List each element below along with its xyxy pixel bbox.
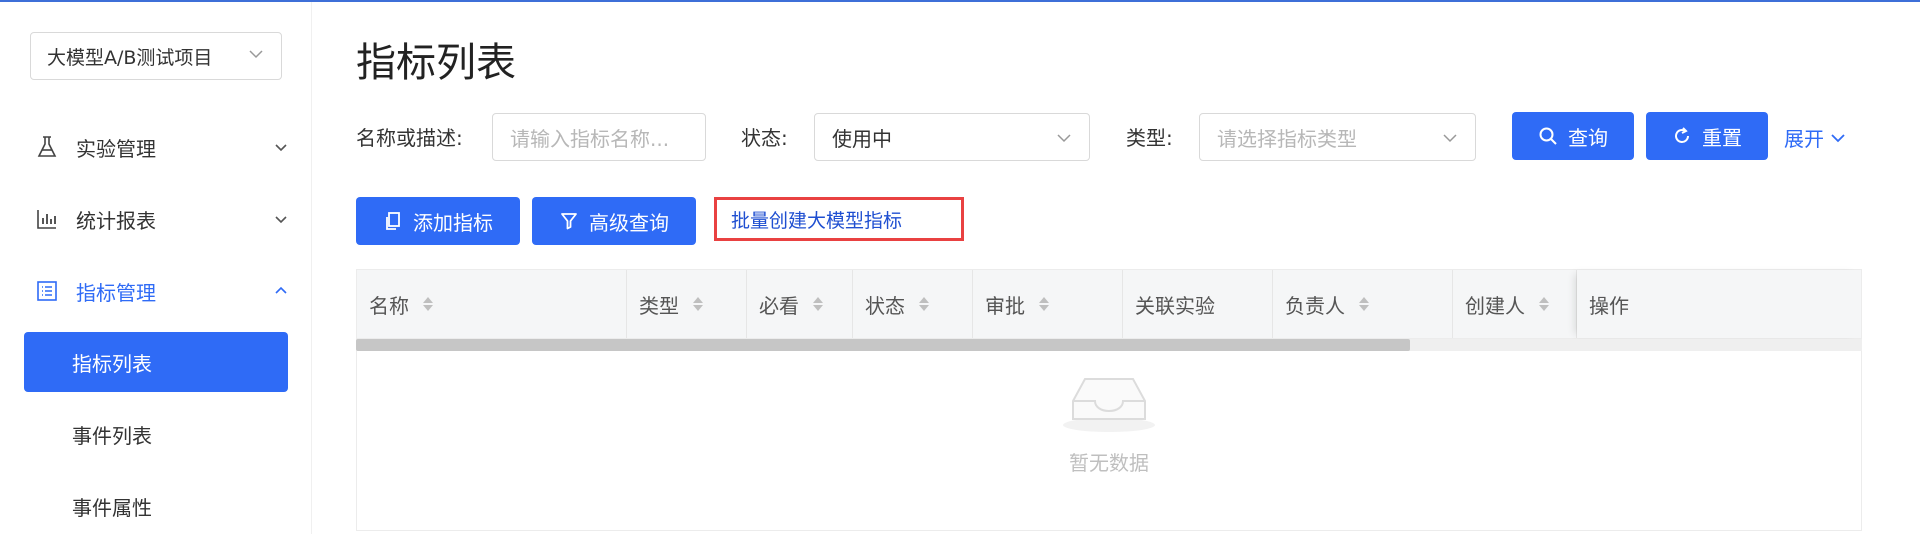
- status-filter-label: 状态:: [741, 126, 788, 150]
- column-header-name[interactable]: 名称: [357, 270, 627, 338]
- sort-icon[interactable]: [423, 297, 433, 311]
- status-select-value: 使用中: [832, 126, 892, 151]
- column-header-type[interactable]: 类型: [627, 270, 747, 338]
- empty-state-text: 暂无数据: [1069, 451, 1149, 475]
- query-button[interactable]: 查询: [1512, 112, 1634, 160]
- submenu-item-event-list[interactable]: 事件列表: [24, 404, 288, 464]
- column-header-status[interactable]: 状态: [853, 270, 973, 338]
- column-header-label: 操作: [1589, 293, 1629, 318]
- column-header-label: 名称: [369, 293, 409, 318]
- column-header-label: 创建人: [1465, 293, 1525, 318]
- list-icon: [34, 278, 60, 304]
- query-button-label: 查询: [1568, 125, 1608, 150]
- sort-icon[interactable]: [1359, 297, 1369, 311]
- column-header-label: 类型: [639, 293, 679, 318]
- menu-item-experiments[interactable]: 实验管理: [24, 118, 288, 176]
- chevron-down-icon: [1057, 134, 1071, 143]
- table-body: 暂无数据: [356, 351, 1862, 531]
- search-icon: [1539, 127, 1557, 145]
- sort-icon[interactable]: [1039, 297, 1049, 311]
- bar-chart-icon: [34, 206, 60, 232]
- column-header-label: 状态: [865, 293, 905, 318]
- menu-item-reports[interactable]: 统计报表: [24, 190, 288, 248]
- main-content: 指标列表 名称或描述: 请输入指标名称... 状态: 使用中 类型: 请选择指标…: [312, 2, 1920, 534]
- expand-link[interactable]: 展开: [1784, 123, 1846, 152]
- chevron-down-icon: [1443, 134, 1457, 143]
- sort-icon[interactable]: [813, 297, 823, 311]
- type-select-placeholder: 请选择指标类型: [1217, 126, 1357, 151]
- menu-item-label: 实验管理: [76, 136, 156, 161]
- column-header-must-see[interactable]: 必看: [747, 270, 853, 338]
- chevron-down-icon: [275, 216, 287, 224]
- column-header-label: 审批: [985, 293, 1025, 318]
- status-select[interactable]: 使用中: [814, 113, 1090, 161]
- project-select[interactable]: 大模型A/B测试项目: [30, 32, 282, 80]
- column-header-actions: 操作: [1577, 270, 1861, 338]
- chevron-down-icon: [249, 50, 263, 59]
- column-header-creator[interactable]: 创建人: [1453, 270, 1577, 338]
- expand-link-label: 展开: [1784, 127, 1824, 151]
- scrollbar-thumb[interactable]: [356, 339, 1411, 351]
- reset-button[interactable]: 重置: [1646, 112, 1768, 160]
- sort-icon[interactable]: [693, 297, 703, 311]
- batch-create-link-label: 批量创建大模型指标: [731, 209, 903, 232]
- sidebar: 大模型A/B测试项目 实验管理 统计报表 指标管理 指标列表 事件列表 事件属性: [0, 2, 312, 534]
- flask-icon: [34, 134, 60, 160]
- refresh-icon: [1675, 127, 1689, 143]
- chevron-down-icon: [1831, 133, 1845, 142]
- submenu-item-label: 事件列表: [72, 423, 152, 448]
- page-title: 指标列表: [356, 40, 516, 86]
- column-header-linked-experiments: 关联实验: [1123, 270, 1273, 338]
- submenu-item-label: 指标列表: [72, 351, 152, 376]
- filter-icon: [561, 213, 577, 230]
- table-header: 名称 类型 必看 状态 审批 关联实验 负责人 创建人 操作: [356, 269, 1862, 339]
- project-select-value: 大模型A/B测试项目: [47, 46, 213, 69]
- name-search-input[interactable]: 请输入指标名称...: [492, 113, 706, 161]
- add-metric-button[interactable]: 添加指标: [356, 197, 520, 245]
- advanced-query-button-label: 高级查询: [589, 210, 669, 235]
- add-metric-button-label: 添加指标: [413, 210, 493, 235]
- column-header-label: 关联实验: [1135, 293, 1215, 318]
- sort-icon[interactable]: [919, 297, 929, 311]
- name-filter-label: 名称或描述:: [356, 126, 463, 150]
- reset-button-label: 重置: [1702, 125, 1742, 150]
- advanced-query-button[interactable]: 高级查询: [532, 197, 696, 245]
- menu-item-metrics[interactable]: 指标管理: [24, 262, 288, 320]
- type-select[interactable]: 请选择指标类型: [1199, 113, 1476, 161]
- column-header-label: 必看: [759, 293, 799, 318]
- submenu-item-label: 事件属性: [72, 495, 152, 520]
- copy-icon: [386, 212, 400, 230]
- empty-state: 暂无数据: [357, 371, 1861, 476]
- column-header-approval[interactable]: 审批: [973, 270, 1123, 338]
- empty-inbox-icon: [1063, 378, 1155, 432]
- menu-item-label: 指标管理: [76, 280, 156, 305]
- sort-icon[interactable]: [1539, 297, 1549, 311]
- horizontal-scrollbar[interactable]: [356, 339, 1862, 351]
- metrics-table: 名称 类型 必看 状态 审批 关联实验 负责人 创建人 操作 暂无数据: [356, 269, 1862, 531]
- column-header-owner[interactable]: 负责人: [1273, 270, 1453, 338]
- menu-item-label: 统计报表: [76, 208, 156, 233]
- column-header-label: 负责人: [1285, 293, 1345, 318]
- submenu-item-metric-list[interactable]: 指标列表: [24, 332, 288, 392]
- type-filter-label: 类型:: [1126, 126, 1173, 150]
- submenu-item-event-attributes[interactable]: 事件属性: [24, 476, 288, 536]
- batch-create-llm-metrics-link[interactable]: 批量创建大模型指标: [714, 197, 964, 241]
- chevron-down-icon: [275, 144, 287, 152]
- chevron-up-icon: [275, 286, 287, 294]
- name-search-placeholder: 请输入指标名称...: [510, 126, 670, 151]
